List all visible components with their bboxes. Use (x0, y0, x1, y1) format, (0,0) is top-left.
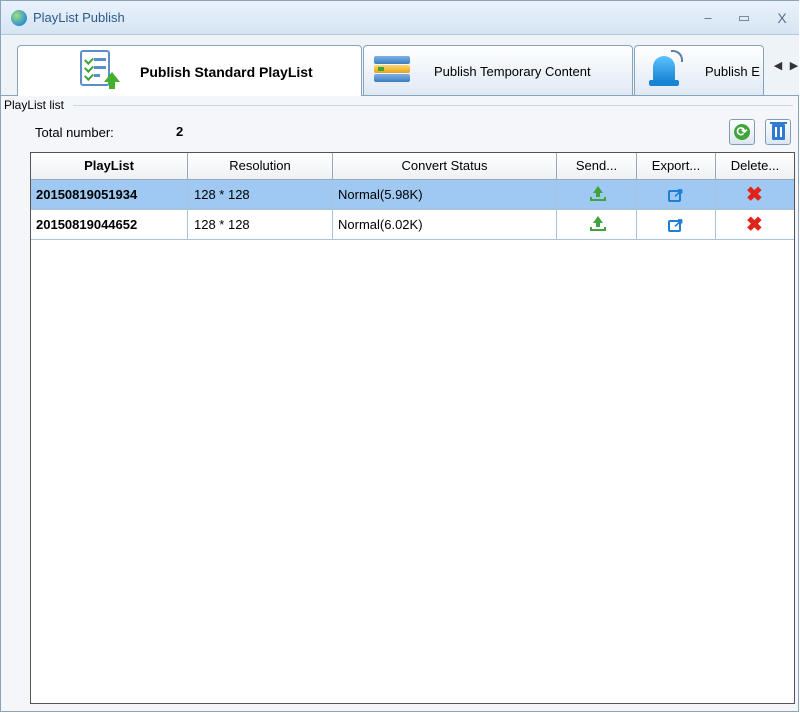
tab-label: Publish Standard PlayList (140, 64, 313, 80)
export-icon[interactable]: ↗ (668, 216, 684, 232)
trash-icon (770, 122, 787, 140)
group-divider (73, 105, 793, 106)
tab-scroll-left-icon[interactable]: ◀ (772, 59, 784, 73)
column-header-delete[interactable]: Delete... (716, 153, 794, 179)
tab-publish-emergency[interactable]: Publish E (634, 45, 764, 95)
table-row[interactable]: 20150819044652 128 * 128 Normal(6.02K) ↗… (31, 210, 794, 240)
export-cell: ↗ (637, 210, 716, 239)
tab-publish-temporary-content[interactable]: Publish Temporary Content (363, 45, 633, 95)
refresh-button[interactable]: ⟳ (729, 119, 755, 145)
send-cell (557, 210, 637, 239)
column-header-export[interactable]: Export... (637, 153, 716, 179)
window-title: PlayList Publish (33, 10, 125, 25)
column-header-resolution[interactable]: Resolution (188, 153, 333, 179)
column-header-convert-status[interactable]: Convert Status (333, 153, 557, 179)
playlist-table: PlayList Resolution Convert Status Send.… (30, 152, 795, 704)
playlist-cell: 20150819051934 (31, 180, 188, 209)
checklist-upload-icon (80, 50, 120, 89)
maximize-button[interactable]: ▭ (735, 9, 753, 27)
playlist-cell: 20150819044652 (31, 210, 188, 239)
playlist-publish-window: PlayList Publish – ▭ X Publish Standard … (0, 0, 799, 712)
resolution-cell: 128 * 128 (188, 210, 333, 239)
group-label: PlayList list (4, 98, 65, 112)
tab-strip: Publish Standard PlayList Publish Tempor… (1, 35, 799, 96)
status-cell: Normal(5.98K) (333, 180, 557, 209)
bell-icon (649, 50, 683, 90)
total-number-label: Total number: (35, 125, 114, 140)
send-icon[interactable] (590, 216, 606, 232)
resolution-cell: 128 * 128 (188, 180, 333, 209)
tab-scroll-right-icon[interactable]: ▶ (788, 59, 800, 73)
export-cell: ↗ (637, 180, 716, 209)
table-row[interactable]: 20150819051934 128 * 128 Normal(5.98K) ↗… (31, 180, 794, 210)
tab-label: Publish Temporary Content (434, 64, 591, 79)
refresh-icon: ⟳ (734, 124, 750, 140)
status-cell: Normal(6.02K) (333, 210, 557, 239)
app-icon (11, 10, 27, 26)
column-header-send[interactable]: Send... (557, 153, 637, 179)
table-header: PlayList Resolution Convert Status Send.… (31, 153, 794, 180)
delete-icon[interactable]: ✖ (746, 181, 763, 209)
delete-icon[interactable]: ✖ (746, 211, 763, 239)
server-icon (374, 54, 410, 84)
delete-all-button[interactable] (765, 119, 791, 145)
delete-cell: ✖ (716, 180, 794, 209)
minimize-button[interactable]: – (699, 9, 717, 27)
send-icon[interactable] (590, 186, 606, 202)
tab-label: Publish E (705, 64, 760, 79)
total-number-value: 2 (176, 124, 184, 139)
close-button[interactable]: X (773, 9, 791, 27)
send-cell (557, 180, 637, 209)
export-icon[interactable]: ↗ (668, 186, 684, 202)
column-header-playlist[interactable]: PlayList (31, 153, 188, 179)
title-bar: PlayList Publish – ▭ X (1, 1, 799, 35)
delete-cell: ✖ (716, 210, 794, 239)
tab-publish-standard-playlist[interactable]: Publish Standard PlayList (17, 45, 362, 96)
